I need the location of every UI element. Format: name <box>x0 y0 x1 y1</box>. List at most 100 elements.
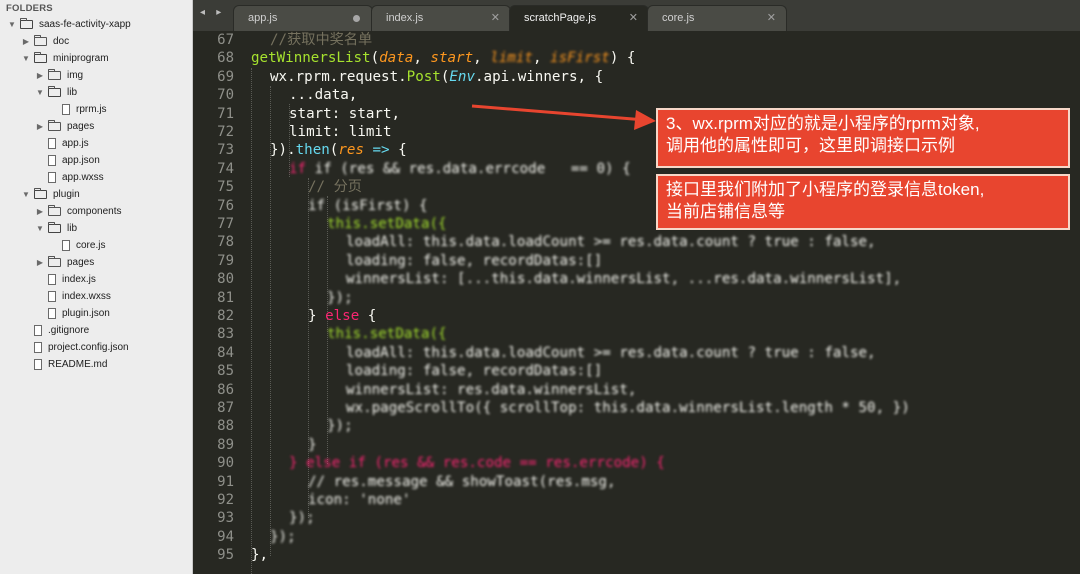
tab-scratchpage-js[interactable]: scratchPage.js ✕ <box>509 5 649 31</box>
folders-header: FOLDERS <box>6 3 53 14</box>
line-number: 93 <box>217 510 234 527</box>
folder-icon <box>48 222 61 233</box>
tree-folder[interactable]: ▶ pages <box>35 254 94 271</box>
code-line-82: } else { <box>308 307 376 325</box>
tree-file[interactable]: rprm.js <box>49 101 107 118</box>
code-text: ...data, <box>289 87 358 104</box>
tree-folder[interactable]: ▼ lib <box>35 220 77 237</box>
tab-index-js[interactable]: index.js ✕ <box>371 5 511 31</box>
tab-nav-arrows[interactable]: ◂ ▸ <box>200 7 225 18</box>
disclosure-open-icon[interactable]: ▼ <box>35 84 45 101</box>
close-icon[interactable]: ✕ <box>629 6 638 30</box>
code-line-86: winnersList: res.data.winnersList, <box>346 381 636 399</box>
tree-item-label: pages <box>67 121 95 132</box>
code-text: if (isFirst) { <box>308 197 428 214</box>
disclosure-closed-icon[interactable]: ▶ <box>35 118 45 135</box>
tab-label: index.js <box>386 12 424 24</box>
line-number-gutter: 67 68 69 70 71 72 73 74 75 76 77 78 79 80 81 82 83 84 85 86… <box>193 31 241 574</box>
tree-file[interactable]: plugin.json <box>35 305 110 322</box>
file-icon <box>62 240 70 251</box>
tree-item-label: lib <box>67 223 78 234</box>
tree-item-label: index.js <box>62 274 96 285</box>
disclosure-open-icon[interactable]: ▼ <box>35 220 45 237</box>
tree-file[interactable]: index.js <box>35 271 96 288</box>
line-number: 76 <box>217 197 234 214</box>
tree-folder[interactable]: ▼ saas-fe-activity-xapp <box>7 16 131 33</box>
line-number: 85 <box>217 363 234 380</box>
comment-text: // 分页 <box>308 179 362 196</box>
keyword: else <box>325 308 360 324</box>
close-icon[interactable]: ✕ <box>491 6 500 30</box>
folder-icon <box>34 35 47 46</box>
code-text: } <box>308 436 317 453</box>
line-number: 84 <box>217 344 234 361</box>
tree-item-label: app.json <box>62 155 100 166</box>
line-number: 91 <box>217 473 234 490</box>
code-text: this.setData({ <box>327 326 447 343</box>
code-line-87: wx.pageScrollTo({ scrollTop: this.data.w… <box>346 399 910 417</box>
disclosure-open-icon[interactable]: ▼ <box>7 16 17 33</box>
code-line-81: }); <box>327 289 353 307</box>
line-number: 87 <box>217 400 234 416</box>
code-text: loading: false, recordDatas:[] <box>346 363 603 380</box>
code-line-89: } <box>308 436 317 454</box>
annotation-callout-token: 接口里我们附加了小程序的登录信息token, 当前店铺信息等 <box>656 174 1070 230</box>
code-text: }, <box>251 547 269 564</box>
tree-folder[interactable]: ▶ img <box>35 67 83 84</box>
folder-icon <box>48 205 61 216</box>
line-number: 69 <box>217 68 234 85</box>
tree-item-label: miniprogram <box>53 53 109 64</box>
tree-file[interactable]: app.wxss <box>35 169 104 186</box>
tree-file[interactable]: app.json <box>35 152 100 169</box>
file-icon <box>34 342 42 353</box>
code-line-74: if if (res && res.data.errcode == 0) { <box>289 160 631 177</box>
unsaved-dot-icon[interactable] <box>353 15 360 22</box>
code-line-94: }); <box>270 528 296 546</box>
code-text: winnersList: res.data.winnersList, <box>346 381 637 398</box>
tree-item-label: app.js <box>62 138 89 149</box>
tab-core-js[interactable]: core.js ✕ <box>647 5 787 31</box>
tree-folder[interactable]: ▼ lib <box>35 84 77 101</box>
code-text: }); <box>327 289 353 306</box>
tree-file[interactable]: .gitignore <box>21 322 89 339</box>
tree-folder[interactable]: ▼ miniprogram <box>21 50 109 67</box>
line-number: 92 <box>217 492 234 508</box>
tree-item-label: README.md <box>48 359 108 370</box>
line-number: 79 <box>217 252 234 269</box>
tree-file[interactable]: README.md <box>21 356 107 373</box>
disclosure-closed-icon[interactable]: ▶ <box>21 33 31 50</box>
tree-folder[interactable]: ▶ components <box>35 203 121 220</box>
code-text: }); <box>327 418 353 435</box>
tree-file[interactable]: project.config.json <box>21 339 129 356</box>
tree-file[interactable]: core.js <box>49 237 105 254</box>
line-number: 71 <box>217 105 234 122</box>
code-line-85: loading: false, recordDatas:[] <box>346 362 602 380</box>
disclosure-open-icon[interactable]: ▼ <box>21 50 31 67</box>
tree-file[interactable]: index.wxss <box>35 288 111 305</box>
code-text: } <box>308 308 326 324</box>
code-line-67: //获取中奖名单 <box>251 31 372 49</box>
tab-app-js[interactable]: app.js <box>233 5 373 31</box>
code-line-69: wx.rprm.request.Post(Env.api.winners, { <box>270 68 604 85</box>
code-text: { <box>398 142 407 159</box>
code-line-70: ...data, <box>289 86 357 104</box>
disclosure-closed-icon[interactable]: ▶ <box>35 203 45 220</box>
code-text: winnersList: [...this.data.winnersList, … <box>346 271 902 288</box>
tree-folder[interactable]: ▼ plugin <box>21 186 80 203</box>
disclosure-open-icon[interactable]: ▼ <box>21 186 31 203</box>
param: data <box>379 50 414 67</box>
code-line-84: loadAll: this.data.loadCount >= res.data… <box>346 344 876 362</box>
code-text: => <box>372 142 390 159</box>
code-text: loading: false, recordDatas:[] <box>346 252 603 269</box>
disclosure-closed-icon[interactable]: ▶ <box>35 67 45 84</box>
tree-item-label: .gitignore <box>48 325 90 336</box>
tree-folder[interactable]: ▶ doc <box>21 33 69 50</box>
tree-folder[interactable]: ▶ pages <box>35 118 94 135</box>
line-number: 74 <box>217 160 234 177</box>
close-icon[interactable]: ✕ <box>767 6 776 30</box>
code-text: { <box>359 308 377 324</box>
sidebar: FOLDERS ▼ saas-fe-activity-xapp ▶ doc ▼ minip… <box>0 0 193 574</box>
tree-file[interactable]: app.js <box>35 135 89 152</box>
file-icon <box>48 308 56 319</box>
disclosure-closed-icon[interactable]: ▶ <box>35 254 45 271</box>
